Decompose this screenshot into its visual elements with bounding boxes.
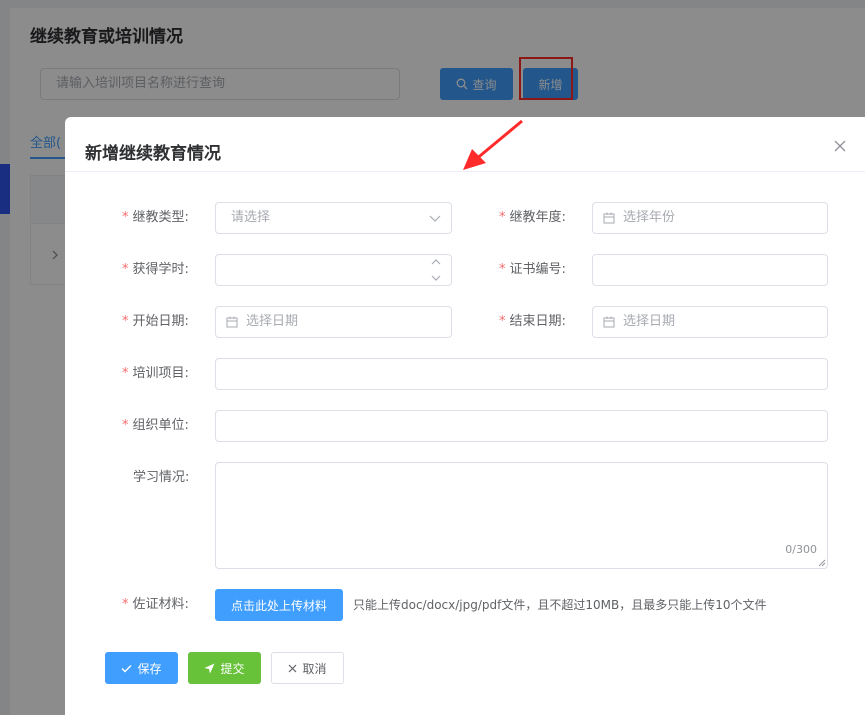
chevron-down-icon [429,215,441,222]
project-label: * 培训项目: [122,358,189,390]
year-label-text: 继教年度: [509,210,566,225]
start-label-text: 开始日期: [132,314,189,329]
project-input[interactable] [215,358,828,390]
org-label: * 组织单位: [122,410,189,442]
end-date-picker[interactable]: 选择日期 [592,306,828,338]
add-education-dialog: 新增继续教育情况 * 继教类型: 请选择 * 继教年度: 选择年份 * 获得学时: *… [65,117,865,715]
save-button-label: 保存 [137,661,162,676]
upload-button[interactable]: 点击此处上传材料 [215,589,343,621]
year-picker[interactable]: 选择年份 [592,202,828,234]
org-input[interactable] [215,410,828,442]
dialog-header: 新增继续教育情况 [65,117,865,172]
hours-label: * 获得学时: [122,254,189,286]
chevron-up-icon[interactable] [430,258,442,266]
material-label-text: 佐证材料: [132,597,189,612]
cert-input[interactable] [592,254,828,286]
end-label-text: 结束日期: [509,314,566,329]
resize-handle-icon[interactable] [817,558,826,567]
required-mark: * [499,262,506,277]
required-mark: * [499,210,506,225]
hours-label-text: 获得学时: [132,262,189,277]
required-mark: * [122,210,129,225]
cancel-button-label: 取消 [302,661,327,676]
study-label: 学习情况: [133,470,190,485]
end-label: * 结束日期: [499,306,566,338]
submit-button[interactable]: 提交 [188,652,261,684]
chevron-down-icon[interactable] [430,274,442,282]
study-char-counter: 0/300 [785,543,817,556]
required-mark: * [122,314,129,329]
calendar-icon [603,212,615,224]
end-date-placeholder: 选择日期 [623,314,676,329]
year-label: * 继教年度: [499,202,566,234]
required-mark: * [122,366,129,381]
required-mark: * [122,262,129,277]
x-icon [289,664,297,672]
start-date-placeholder: 选择日期 [246,314,299,329]
org-label-text: 组织单位: [132,418,189,433]
save-button[interactable]: 保存 [105,652,178,684]
type-label: * 继教类型: [122,202,189,234]
send-icon [204,663,215,673]
material-label: * 佐证材料: [122,589,189,621]
close-icon[interactable] [833,139,847,153]
type-select[interactable]: 请选择 [215,202,452,234]
hours-stepper[interactable] [429,258,443,282]
type-label-text: 继教类型: [132,210,189,225]
cert-label: * 证书编号: [499,254,566,286]
dialog-title: 新增继续教育情况 [85,144,221,164]
project-label-text: 培训项目: [132,366,189,381]
cert-label-text: 证书编号: [509,262,566,277]
required-mark: * [122,418,129,433]
required-mark: * [499,314,506,329]
upload-tip: 只能上传doc/docx/jpg/pdf文件，且不超过10MB，且最多只能上传1… [353,598,767,612]
hours-input[interactable] [215,254,452,286]
type-select-placeholder: 请选择 [231,210,271,225]
study-textarea[interactable]: 0/300 [215,462,828,569]
check-icon [121,664,132,672]
year-picker-placeholder: 选择年份 [623,210,676,225]
cancel-button[interactable]: 取消 [271,652,344,684]
start-date-picker[interactable]: 选择日期 [215,306,452,338]
calendar-icon [226,316,238,328]
submit-button-label: 提交 [220,661,245,676]
calendar-icon [603,316,615,328]
start-label: * 开始日期: [122,306,189,338]
required-mark: * [122,597,129,612]
